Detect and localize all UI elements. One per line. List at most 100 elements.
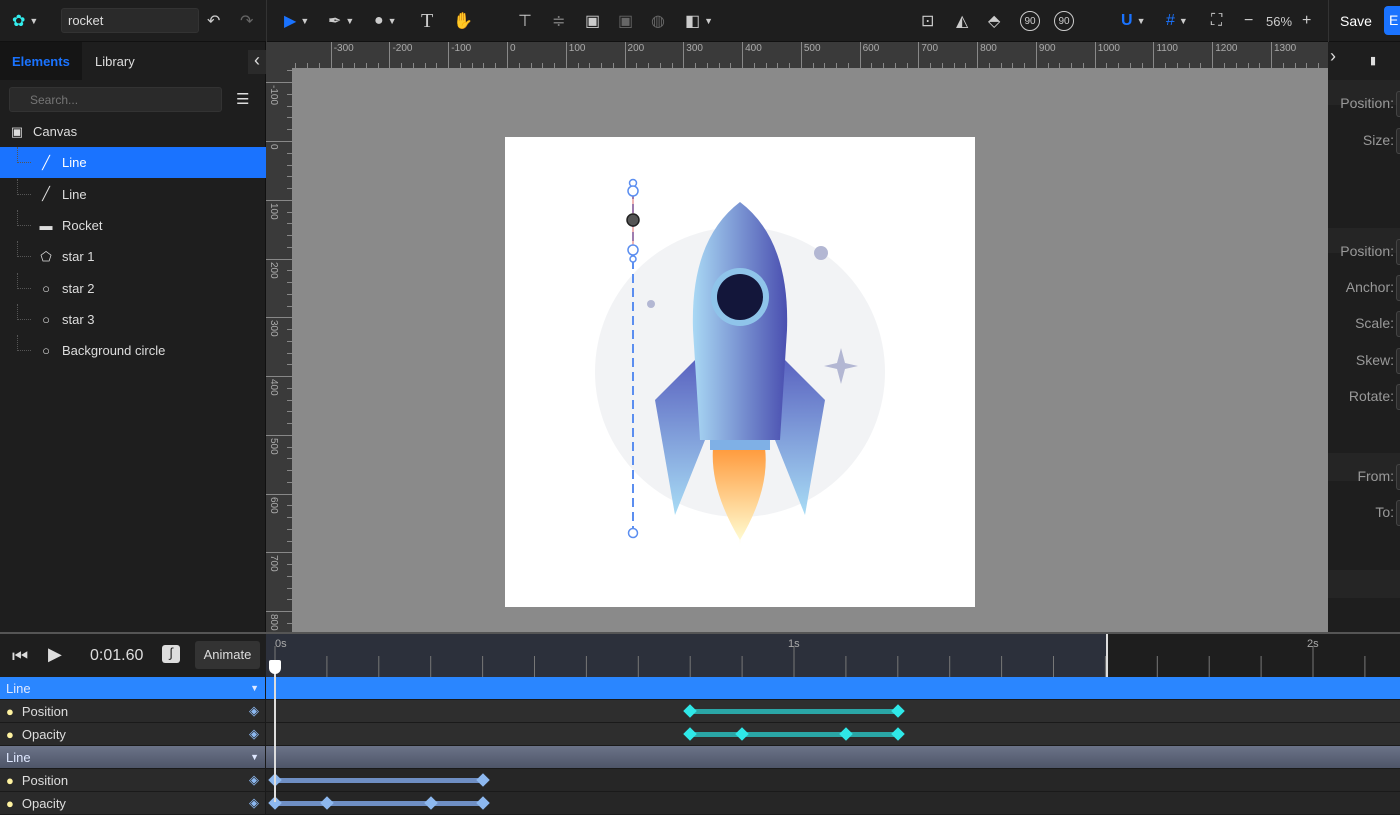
flip-horizontal-icon[interactable]: ◭ <box>956 8 968 34</box>
fit-icon[interactable]: ⊡ <box>921 8 934 34</box>
flip-vertical-icon[interactable]: ⬘ <box>988 8 1000 34</box>
shapes-tool-icon[interactable]: ● ▼ <box>374 8 397 34</box>
keyframe-span[interactable] <box>275 801 483 806</box>
align-top-icon[interactable]: ⊤ <box>518 8 532 34</box>
tree-item[interactable]: ▣ Canvas <box>0 116 266 147</box>
timeline-tick-label: 0s <box>275 638 287 650</box>
tree-item[interactable]: ○ star 3 <box>0 303 266 335</box>
lightbulb-icon[interactable]: ● <box>6 796 14 811</box>
tree-item[interactable]: ○ Background circle <box>0 335 266 366</box>
canvas-stage[interactable] <box>292 68 1328 632</box>
keyframe[interactable] <box>891 727 905 741</box>
search-input[interactable] <box>9 87 222 112</box>
tree-item[interactable]: ○ star 2 <box>0 272 266 304</box>
star-2[interactable] <box>814 246 828 260</box>
lightbulb-icon[interactable]: ● <box>6 727 14 742</box>
tree-item[interactable]: ╱ Line <box>0 147 266 179</box>
zoom-out-button[interactable]: − <box>1244 8 1253 34</box>
lightbulb-icon[interactable]: ● <box>6 773 14 788</box>
timeline-panel: ⏮ ▶ 0:01.60 ∫ Animate 0s 1s 2s Line ▼ ● Posit… <box>0 632 1400 815</box>
tab-library[interactable]: Library <box>83 42 147 80</box>
add-keyframe-icon[interactable]: ◈ <box>249 795 259 811</box>
keyframe[interactable] <box>475 796 490 810</box>
ruler-label: 200 <box>268 261 279 279</box>
tree-item[interactable]: ▬ Rocket <box>0 209 266 241</box>
group-icon[interactable]: ▣ <box>585 8 600 34</box>
align-middle-icon[interactable]: ≑ <box>552 8 565 34</box>
mask-icon[interactable]: ◍ <box>651 8 665 34</box>
skip-to-start-icon[interactable]: ⏮ <box>12 646 28 667</box>
property-input[interactable] <box>1396 239 1400 265</box>
play-icon[interactable]: ▶ <box>48 644 62 665</box>
zoom-in-button[interactable]: + <box>1302 8 1311 34</box>
undo-icon[interactable]: ↶ <box>207 8 220 34</box>
document-name-input[interactable] <box>61 8 199 33</box>
select-tool-icon[interactable]: ▶ ▼ <box>284 8 309 34</box>
text-tool-icon[interactable]: T <box>421 8 433 34</box>
property-input[interactable] <box>1396 384 1400 410</box>
keyframe[interactable] <box>683 704 697 718</box>
magnet-icon[interactable]: U ▼ <box>1121 8 1145 34</box>
save-button[interactable]: Save <box>1340 8 1372 34</box>
export-button[interactable]: E <box>1384 6 1400 35</box>
app-menu-button[interactable]: ✿ ▼ <box>12 8 38 34</box>
easing-icon[interactable]: ∫ <box>162 645 180 663</box>
add-keyframe-icon[interactable]: ◈ <box>249 703 259 719</box>
timeline-tick-label: 2s <box>1307 638 1319 650</box>
keyframe-span[interactable] <box>690 732 898 737</box>
playhead-handle[interactable] <box>269 660 281 674</box>
pen-tool-icon[interactable]: ✒ ▼ <box>328 8 354 34</box>
rotate-right-90-icon[interactable]: 90 <box>1054 11 1074 31</box>
timeline-ruler[interactable]: 0s 1s 2s <box>266 634 1400 677</box>
current-time[interactable]: 0:01.60 <box>90 647 143 665</box>
property-input[interactable] <box>1396 348 1400 374</box>
anchor-point-handle[interactable] <box>626 213 640 227</box>
line-icon: ╱ <box>42 154 50 170</box>
collapse-panel-button[interactable]: ‹ <box>248 50 266 74</box>
star-3[interactable] <box>647 300 655 308</box>
property-label: Size: <box>1362 132 1394 148</box>
artboard-svg[interactable] <box>292 68 1328 632</box>
keyframe[interactable] <box>839 727 853 741</box>
ruler-label: 1200 <box>1215 43 1238 54</box>
keyframe[interactable] <box>475 773 490 787</box>
animate-button[interactable]: Animate <box>195 641 260 669</box>
ungroup-icon[interactable]: ▣ <box>618 8 633 34</box>
tree-item[interactable]: ⬠ star 1 <box>0 241 266 272</box>
keyframe-span[interactable] <box>275 778 483 783</box>
keyframe[interactable] <box>683 727 697 741</box>
property-input[interactable] <box>1396 128 1400 154</box>
track-header[interactable]: Line ▼ <box>0 746 1400 769</box>
tree-item[interactable]: ╱ Line <box>0 178 266 210</box>
chevron-down-icon[interactable]: ▼ <box>250 683 259 693</box>
arrange-icon[interactable]: ◧ ▼ <box>685 8 713 34</box>
keyframe[interactable] <box>891 704 905 718</box>
playhead[interactable] <box>274 662 276 802</box>
chevron-down-icon[interactable]: ▼ <box>250 752 259 762</box>
keyframe[interactable] <box>320 796 334 810</box>
property-input[interactable] <box>1396 91 1400 117</box>
lightbulb-icon[interactable]: ● <box>6 704 14 719</box>
keyframe-span[interactable] <box>690 709 898 714</box>
fullscreen-icon[interactable]: ⛶ <box>1211 8 1222 34</box>
expand-panel-button[interactable]: › <box>1330 46 1348 76</box>
sort-icon[interactable]: ☰ <box>236 90 249 108</box>
rotate-left-90-icon[interactable]: 90 <box>1020 11 1040 31</box>
keyframe[interactable] <box>735 727 749 741</box>
keyframe[interactable] <box>423 796 438 810</box>
zoom-level[interactable]: 56% <box>1266 8 1292 34</box>
elements-panel: Elements Library ‹ ⌕ ☰ ▣Canvas╱Line╱Line… <box>0 42 266 632</box>
add-keyframe-icon[interactable]: ◈ <box>249 772 259 788</box>
property-input[interactable] <box>1396 500 1400 526</box>
ruler-tick <box>266 199 292 201</box>
track-header[interactable]: Line ▼ <box>0 677 1400 700</box>
property-input[interactable] <box>1396 311 1400 337</box>
hand-tool-icon[interactable]: ✋ <box>453 8 473 34</box>
property-input[interactable] <box>1396 275 1400 301</box>
add-keyframe-icon[interactable]: ◈ <box>249 726 259 742</box>
align-left-icon[interactable]: ▮ <box>1370 54 1376 67</box>
redo-icon[interactable]: ↷ <box>240 8 253 34</box>
grid-icon[interactable]: # ▼ <box>1166 8 1188 34</box>
tab-elements[interactable]: Elements <box>0 42 82 80</box>
property-input[interactable] <box>1396 464 1400 490</box>
